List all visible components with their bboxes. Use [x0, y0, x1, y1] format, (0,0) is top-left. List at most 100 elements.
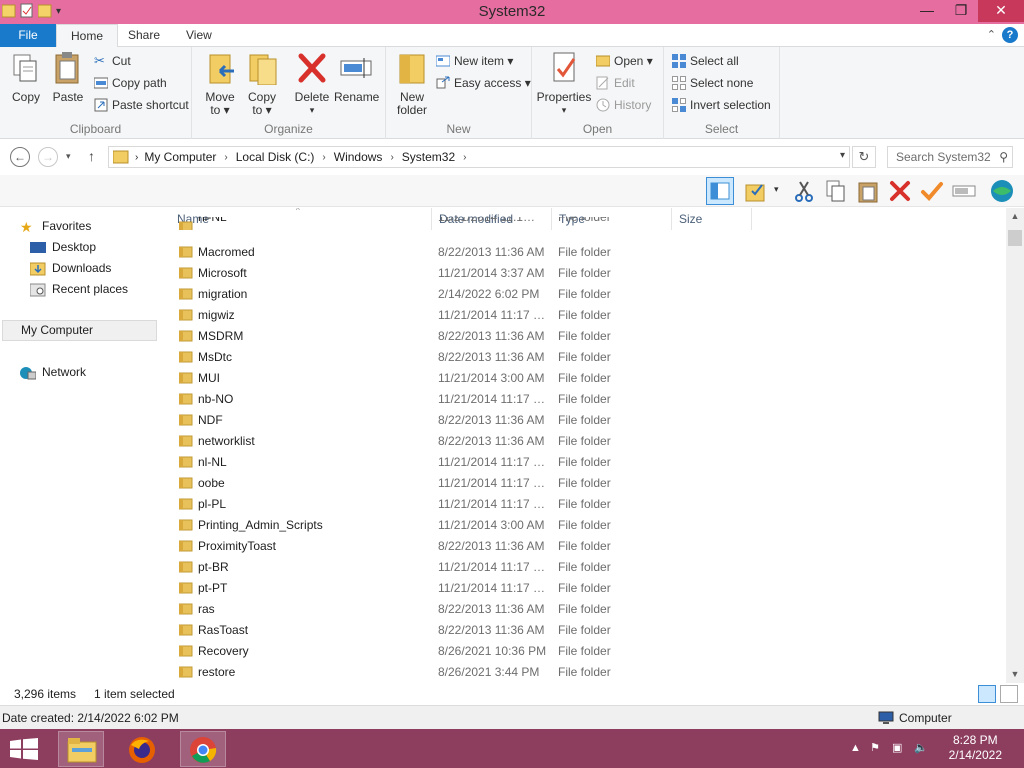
nav-network[interactable]: Network — [20, 362, 86, 383]
table-row[interactable]: pt-PT 11/21/2014 11:17 … File folder — [170, 578, 770, 599]
nav-desktop[interactable]: Desktop — [30, 237, 96, 258]
table-row[interactable]: ras 8/22/2013 11:36 AM File folder — [170, 599, 770, 620]
nav-recent-places-label: Recent places — [52, 282, 129, 296]
easy-access-button[interactable]: Easy access ▾ — [436, 73, 531, 93]
scroll-up-icon[interactable]: ▲ — [1006, 208, 1024, 225]
table-row[interactable]: migration 2/14/2022 6:02 PM File folder — [170, 284, 770, 305]
copy-path-button[interactable]: Copy path — [94, 73, 167, 93]
address-bar[interactable]: › My Computer › Local Disk (C:) › Windows ›… — [108, 146, 850, 168]
up-button[interactable]: ↑ — [88, 148, 95, 164]
globe-icon[interactable] — [990, 179, 1014, 203]
table-row[interactable]: RasToast 8/22/2013 11:36 AM File folder — [170, 620, 770, 641]
table-row[interactable]: ProximityToast 8/22/2013 11:36 AM File fol… — [170, 536, 770, 557]
nav-my-computer[interactable]: My Computer — [2, 320, 157, 341]
address-dropdown-icon[interactable]: ▾ — [840, 150, 845, 161]
show-hidden-icons[interactable]: ▲ — [850, 742, 866, 758]
clock[interactable]: 8:28 PM 2/14/2022 — [949, 733, 1002, 763]
table-row[interactable]: Microsoft 11/21/2014 3:37 AM File folder — [170, 263, 770, 284]
taskbar-firefox[interactable] — [120, 731, 166, 767]
paste-label: Paste — [52, 90, 84, 104]
table-row[interactable]: Recovery 8/26/2021 10:36 PM File folder — [170, 641, 770, 662]
paste-shortcut-button[interactable]: Paste shortcut — [94, 95, 189, 115]
invert-selection-button[interactable]: Invert selection — [672, 95, 771, 115]
table-row[interactable]: networklist 8/22/2013 11:36 AM File folder — [170, 431, 770, 452]
help-button[interactable]: ? — [1002, 27, 1018, 43]
back-button[interactable]: ← — [10, 147, 30, 167]
view-switcher — [978, 685, 1018, 703]
open-button[interactable]: Open ▾ — [596, 51, 653, 71]
restore-button[interactable]: ❐ — [944, 0, 978, 22]
edit-button[interactable]: Edit — [596, 73, 635, 93]
table-row[interactable]: oobe 11/21/2014 11:17 … File folder — [170, 473, 770, 494]
tab-home[interactable]: Home — [56, 24, 119, 48]
details-view-button[interactable] — [978, 685, 996, 703]
network-tray-icon[interactable]: ▣ — [892, 741, 908, 757]
delete-icon[interactable] — [888, 179, 912, 203]
table-row[interactable]: pl-PL 11/21/2014 11:17 … File folder — [170, 494, 770, 515]
table-row[interactable]: nl-NL 11/21/2014 11:17 … File folder — [170, 452, 770, 473]
select-none-button[interactable]: Select none — [672, 73, 753, 93]
paste-icon[interactable] — [856, 179, 880, 203]
search-input[interactable]: Search System32 ⚲ — [887, 146, 1013, 168]
copy-to-button[interactable]: Copy to ▾ — [244, 51, 280, 117]
taskbar-file-explorer[interactable] — [58, 731, 104, 767]
paste-button[interactable]: Paste — [50, 51, 86, 104]
preview-pane-icon[interactable] — [706, 177, 734, 205]
nav-downloads[interactable]: Downloads — [30, 258, 111, 279]
windows-start-icon[interactable] — [10, 738, 38, 760]
folder-options-dropdown[interactable]: ▾ — [774, 184, 779, 195]
rename-button[interactable]: Rename — [334, 51, 379, 104]
volume-muted-icon[interactable]: 🔈 — [914, 741, 930, 757]
copy-path-label: Copy path — [112, 76, 167, 90]
nav-recent-places[interactable]: Recent places — [30, 279, 128, 300]
move-to-button[interactable]: Move to ▾ — [202, 51, 238, 117]
forward-button[interactable]: → — [38, 147, 58, 167]
select-all-button[interactable]: Select all — [672, 51, 739, 71]
table-row[interactable]: restore 8/26/2021 3:44 PM File folder — [170, 662, 770, 683]
breadcrumb-item[interactable]: My Computer › — [144, 150, 235, 164]
breadcrumb-item[interactable]: Windows › — [334, 150, 402, 164]
minimize-button[interactable]: — — [910, 0, 944, 22]
checkmark-icon[interactable] — [920, 179, 944, 203]
properties-button[interactable]: Properties ▾ — [536, 51, 592, 117]
rename-icon[interactable] — [952, 179, 976, 203]
breadcrumb-item[interactable]: Local Disk (C:) › — [236, 150, 334, 164]
folder-options-icon[interactable] — [744, 179, 768, 203]
table-row[interactable]: MSDRM 8/22/2013 11:36 AM File folder — [170, 326, 770, 347]
table-row[interactable]: Macromed 8/22/2013 11:36 AM File folder — [170, 242, 770, 263]
breadcrumb-separator[interactable]: › — [135, 152, 138, 163]
scroll-down-icon[interactable]: ▼ — [1006, 666, 1024, 683]
file-type: File folder — [558, 371, 611, 385]
action-center-icon[interactable]: ⚑ — [870, 741, 886, 757]
nav-favorites[interactable]: ★ Favorites — [20, 216, 91, 237]
scissors-icon[interactable] — [792, 179, 816, 203]
recent-locations-dropdown[interactable]: ▾ — [66, 151, 71, 162]
history-button[interactable]: History — [596, 95, 651, 115]
new-item-button[interactable]: New item ▾ — [436, 51, 513, 71]
table-row[interactable]: NDF 8/22/2013 11:36 AM File folder — [170, 410, 770, 431]
breadcrumb-item[interactable]: System32 › — [402, 150, 475, 164]
delete-button[interactable]: Delete ▾ — [294, 51, 330, 117]
table-row[interactable]: nl-NL 11/21/2014 11:1… File folder — [170, 217, 770, 230]
table-row[interactable]: MsDtc 8/22/2013 11:36 AM File folder — [170, 347, 770, 368]
new-folder-button[interactable]: New folder — [394, 51, 430, 117]
tab-view[interactable]: View — [172, 24, 226, 47]
vertical-scrollbar[interactable]: ▲ ▼ — [1006, 208, 1024, 683]
tab-file[interactable]: File — [0, 24, 56, 47]
taskbar-chrome[interactable] — [180, 731, 226, 767]
table-row[interactable]: Printing_Admin_Scripts 11/21/2014 3:00 AM… — [170, 515, 770, 536]
refresh-button[interactable]: ↻ — [852, 146, 876, 168]
minimize-ribbon-icon[interactable]: ⌃ — [987, 28, 996, 41]
tab-share[interactable]: Share — [114, 24, 174, 47]
scroll-thumb[interactable] — [1008, 230, 1022, 246]
copy-icon[interactable] — [824, 179, 848, 203]
large-icons-view-button[interactable] — [1000, 685, 1018, 703]
copy-button[interactable]: Copy — [8, 51, 44, 104]
table-row[interactable]: pt-BR 11/21/2014 11:17 … File folder — [170, 557, 770, 578]
table-row[interactable]: migwiz 11/21/2014 11:17 … File folder — [170, 305, 770, 326]
cut-button[interactable]: ✂ Cut — [94, 51, 131, 71]
table-row[interactable]: MUI 11/21/2014 3:00 AM File folder — [170, 368, 770, 389]
close-button[interactable]: ✕ — [978, 0, 1024, 22]
table-row[interactable]: nb-NO 11/21/2014 11:17 … File folder — [170, 389, 770, 410]
file-type: File folder — [558, 266, 611, 280]
